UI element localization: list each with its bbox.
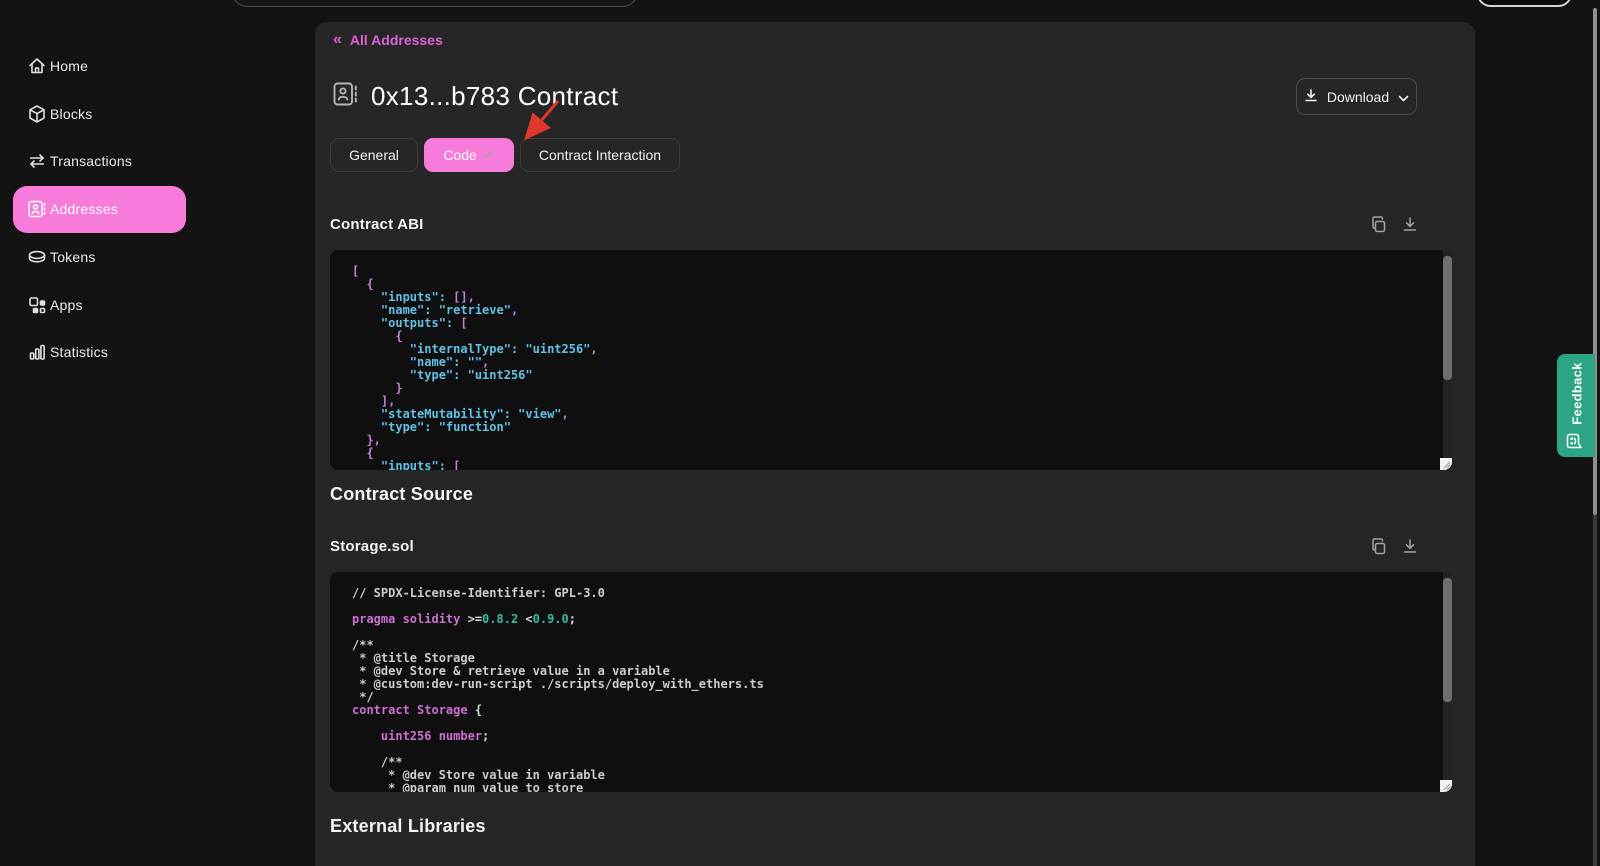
tab-general[interactable]: General [330,138,418,172]
home-icon [27,56,47,76]
copy-source-icon[interactable] [1371,538,1387,555]
feedback-chat-icon [1565,432,1587,449]
sidebar-item-transactions[interactable]: Transactions [0,145,310,177]
sidebar-item-addresses[interactable]: Addresses [0,193,310,225]
sidebar-item-home[interactable]: Home [0,50,310,82]
double-chevron-left-icon: « [333,33,342,47]
sidebar-item-apps[interactable]: Apps [0,289,310,321]
topbar-button-remnant[interactable] [1477,0,1572,7]
sidebar-item-tokens[interactable]: Tokens [0,241,310,273]
transactions-icon [27,151,47,171]
sidebar-item-label: Addresses [50,201,118,217]
page-title: 0x13...b783 Contract [371,81,618,112]
apps-icon [27,295,47,315]
tokens-icon [27,247,47,267]
back-link-label: All Addresses [350,32,443,48]
statistics-icon [27,342,47,362]
copy-abi-icon[interactable] [1371,216,1387,233]
source-scrollbar-thumb[interactable] [1443,578,1452,702]
addresses-icon [27,199,47,219]
sidebar-item-label: Transactions [50,153,132,169]
download-button[interactable]: Download [1296,78,1417,115]
contract-source-heading: Contract Source [330,484,473,505]
contact-card-icon [332,80,359,113]
contract-abi-title: Contract ABI [330,216,424,233]
source-resize-handle[interactable] [1440,780,1452,792]
sidebar-item-label: Statistics [50,344,108,360]
sidebar-item-label: Home [50,58,88,74]
sidebar-item-label: Tokens [50,249,96,265]
checkmark-icon: ✓ [484,147,495,163]
storage-sol-code: // SPDX-License-Identifier: GPL-3.0 prag… [352,587,1432,792]
feedback-label: Feedback [1569,362,1584,424]
abi-scrollbar-thumb[interactable] [1443,256,1452,380]
sidebar-item-statistics[interactable]: Statistics [0,336,310,368]
tab-general-label: General [349,147,399,163]
download-source-icon[interactable] [1402,538,1418,555]
all-addresses-back-link[interactable]: « All Addresses [333,32,443,48]
tab-code[interactable]: Code ✓ [424,138,514,172]
contract-abi-code-block[interactable]: [ { "inputs": [], "name": "retrieve", "o… [330,250,1452,470]
sidebar-item-label: Blocks [50,106,92,122]
tab-code-label: Code [443,147,476,163]
annotation-arrow [513,97,573,147]
page-scrollbar-track [1593,515,1597,866]
sidebar-item-blocks[interactable]: Blocks [0,98,310,130]
blocks-icon [27,104,47,124]
external-libraries-heading: External Libraries [330,816,486,837]
search-bar-remnant[interactable] [231,0,639,7]
contract-abi-code: [ { "inputs": [], "name": "retrieve", "o… [352,265,1432,470]
sidebar-item-label: Apps [50,297,83,313]
source-file-name: Storage.sol [330,538,414,555]
download-icon [1304,88,1318,106]
contract-title-row: 0x13...b783 Contract [332,80,618,113]
download-button-label: Download [1327,89,1389,105]
download-abi-icon[interactable] [1402,216,1418,233]
tab-contract-interaction-label: Contract Interaction [539,147,661,163]
abi-resize-handle[interactable] [1440,458,1452,470]
chevron-down-icon [1398,89,1409,105]
storage-sol-code-block[interactable]: // SPDX-License-Identifier: GPL-3.0 prag… [330,572,1452,792]
feedback-button[interactable]: Feedback [1557,354,1595,457]
